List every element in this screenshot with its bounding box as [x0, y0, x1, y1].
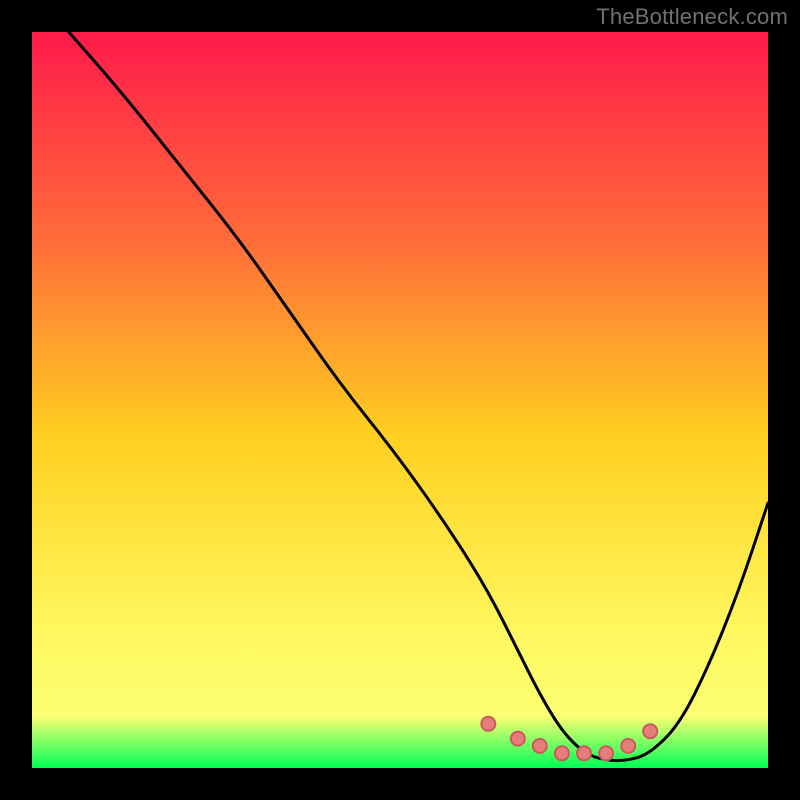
highlight-dot — [481, 717, 495, 731]
chart-stage: TheBottleneck.com — [0, 0, 800, 800]
bottleneck-chart — [0, 0, 800, 800]
attribution-label: TheBottleneck.com — [596, 4, 788, 30]
highlight-dot — [599, 746, 613, 760]
highlight-dot — [533, 739, 547, 753]
highlight-dot — [555, 746, 569, 760]
highlight-dot — [577, 746, 591, 760]
highlight-dot — [511, 732, 525, 746]
highlight-dot — [621, 739, 635, 753]
highlight-dot — [643, 724, 657, 738]
plot-area — [32, 32, 768, 768]
